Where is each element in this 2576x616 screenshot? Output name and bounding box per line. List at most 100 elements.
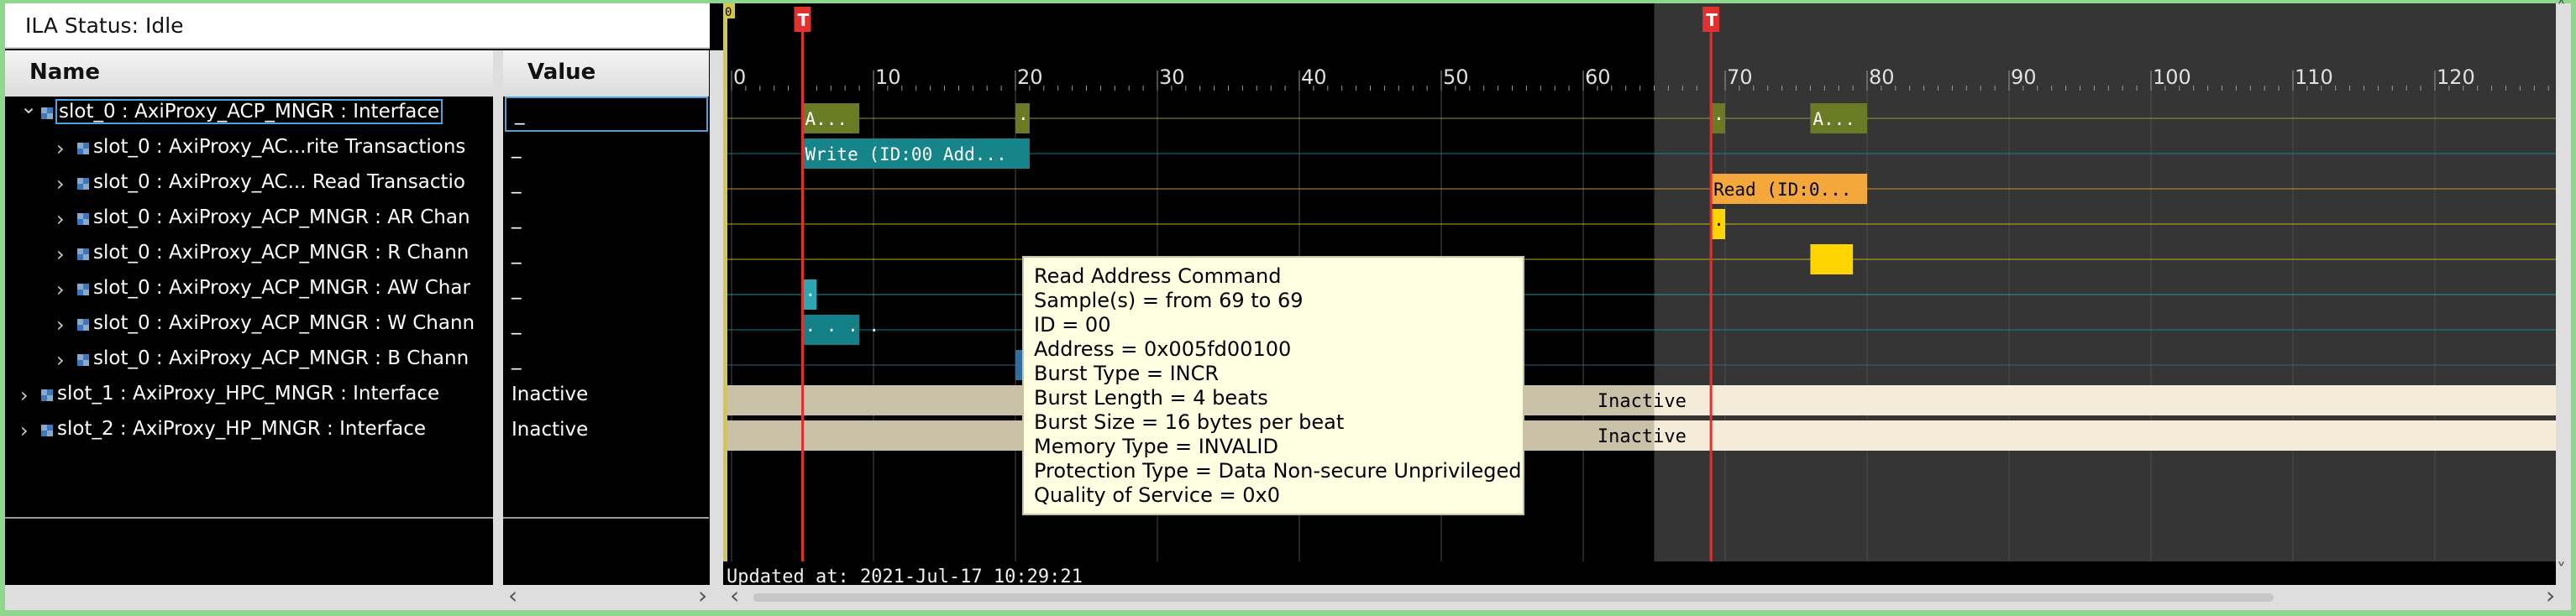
scroll-left-icon[interactable]: ‹ — [508, 582, 517, 609]
tree-row[interactable]: › slot_0 : AxiProxy_ACP_MNGR : B Chann — [5, 343, 493, 378]
wave-scroll-right-icon[interactable]: › — [2546, 582, 2555, 609]
pane-splitter[interactable] — [710, 50, 723, 610]
tooltip-address: Address = 0x005fd00100 — [1034, 337, 1292, 361]
tree-horizontal-scrollbar[interactable] — [5, 585, 493, 610]
value-row: _ — [503, 202, 709, 238]
tree-row-label: slot_0 : AxiProxy_ACP_MNGR : AR Chan — [93, 206, 470, 228]
ruler-tick-label: 30 — [1159, 65, 1185, 89]
ruler-tick-label: 100 — [2153, 65, 2191, 89]
tree-row-label: slot_2 : AxiProxy_HP_MNGR : Interface — [57, 418, 427, 440]
value-row: Inactive — [503, 414, 709, 449]
tree-row-label: slot_1 : AxiProxy_HPC_MNGR : Interface — [57, 383, 440, 405]
tree-row[interactable]: › slot_0 : AxiProxy_AC...rite Transaction… — [5, 132, 493, 167]
wave-scroll-left-icon[interactable]: ‹ — [730, 582, 739, 609]
transaction-segment-label: · — [805, 285, 816, 305]
transaction-segment[interactable] — [1810, 244, 1854, 274]
waveform-scroll-thumb[interactable] — [753, 593, 2274, 602]
inactive-bar-post — [1654, 385, 2556, 415]
tree-row[interactable]: › slot_0 : AxiProxy_ACP_MNGR : AW Char — [5, 273, 493, 308]
tree-row[interactable]: › slot_0 : AxiProxy_ACP_MNGR : AR Chan — [5, 202, 493, 238]
waveform-viewer[interactable]: 0 10 20 30 40 50 60 70 80 90 100 110 120 0 Inactive Ina… — [723, 3, 2556, 585]
value-text: _ — [512, 172, 522, 194]
tree-row[interactable]: › slot_2 : AxiProxy_HP_MNGR : Interface — [5, 414, 493, 449]
waveform-vertical-scrollbar[interactable]: ˄ ˅ — [2556, 0, 2571, 585]
tooltip-burst-length: Burst Length = 4 beats — [1034, 386, 1268, 410]
value-row: _ — [503, 167, 709, 202]
ila-window: ILA Status: Idle Name Value ⌄ slot_0 : Ax… — [5, 0, 2571, 610]
tooltip-burst-size: Burst Size = 16 bytes per beat — [1034, 410, 1345, 434]
name-column-label: Name — [29, 60, 101, 85]
ruler-tick-label: 0 — [733, 65, 746, 89]
tree-row[interactable]: ⌄ slot_0 : AxiProxy_ACP_MNGR : Interface — [5, 97, 493, 132]
tree-row[interactable]: › slot_0 : AxiProxy_AC... Read Transactio — [5, 167, 493, 202]
ila-status-bar: ILA Status: Idle — [5, 3, 710, 49]
interface-signal-icon — [77, 319, 89, 331]
scroll-down-icon[interactable]: ˅ — [2557, 561, 2566, 582]
inactive-label: Inactive — [1598, 426, 1687, 447]
ruler-tick-label: 110 — [2295, 65, 2333, 89]
value-divider — [503, 517, 709, 519]
tree-row[interactable]: › slot_0 : AxiProxy_ACP_MNGR : W Chann — [5, 308, 493, 343]
tooltip-burst-type: Burst Type = INCR — [1034, 362, 1220, 385]
value-row: _ — [503, 343, 709, 378]
transaction-segment-label: · — [1018, 109, 1029, 129]
chevron-right-icon[interactable]: › — [56, 207, 65, 231]
chevron-right-icon[interactable]: › — [56, 278, 65, 301]
tree-row[interactable]: › slot_1 : AxiProxy_HPC_MNGR : Interface — [5, 378, 493, 414]
interface-signal-icon — [77, 213, 89, 225]
interface-signal-icon — [41, 425, 53, 436]
inactive-label: Inactive — [1598, 391, 1687, 412]
interface-signal-icon — [77, 143, 89, 154]
scroll-right-icon[interactable]: › — [698, 582, 707, 609]
tree-row-label: slot_0 : AxiProxy_ACP_MNGR : AW Char — [93, 277, 470, 299]
tree-row-label: slot_0 : AxiProxy_AC... Read Transactio — [93, 171, 465, 193]
ruler-tick-label: 60 — [1585, 65, 1611, 89]
chevron-right-icon[interactable]: › — [56, 243, 65, 266]
transaction-segment-label: A... — [805, 109, 848, 129]
tree-row-label: slot_0 : AxiProxy_ACP_MNGR : Interface — [55, 99, 443, 124]
chevron-right-icon[interactable]: › — [56, 172, 65, 196]
chevron-right-icon[interactable]: › — [56, 313, 65, 337]
scroll-up-icon[interactable]: ˄ — [2557, 0, 2566, 19]
chevron-down-icon[interactable]: ⌄ — [20, 97, 37, 118]
ruler-tick-label: 90 — [2011, 65, 2037, 89]
chevron-right-icon[interactable]: › — [56, 137, 65, 160]
tooltip-memory-type: Memory Type = INVALID — [1034, 435, 1278, 458]
interface-signal-icon — [77, 248, 89, 260]
value-column-label: Value — [527, 60, 596, 85]
chevron-right-icon[interactable]: › — [20, 384, 29, 407]
interface-signal-icon — [41, 107, 53, 119]
value-row: _ — [503, 308, 709, 343]
interface-signal-icon — [77, 354, 89, 366]
tree-row[interactable]: › slot_0 : AxiProxy_ACP_MNGR : R Chann — [5, 238, 493, 273]
tooltip-id: ID = 00 — [1034, 313, 1111, 337]
transaction-segment-label: · — [1713, 109, 1724, 129]
interface-signal-icon — [77, 178, 89, 190]
waveform-horizontal-scrollbar[interactable]: ‹ › — [723, 582, 2571, 610]
tooltip-samples: Sample(s) = from 69 to 69 — [1034, 289, 1304, 312]
chevron-right-icon[interactable]: › — [20, 419, 29, 442]
interface-signal-icon — [77, 284, 89, 295]
column-splitter[interactable] — [493, 50, 503, 610]
tree-divider — [5, 517, 493, 519]
value-row: Inactive — [503, 378, 709, 414]
value-horizontal-scrollbar[interactable]: ‹ › — [503, 582, 723, 610]
value-column-header[interactable]: Value — [503, 50, 709, 97]
chevron-right-icon[interactable]: › — [56, 348, 65, 372]
transaction-segment-label: · · · · — [805, 321, 880, 341]
value-text: _ — [512, 278, 522, 300]
value-text: _ — [512, 243, 522, 264]
signal-name-tree[interactable]: ⌄ slot_0 : AxiProxy_ACP_MNGR : Interface ›… — [5, 97, 493, 518]
value-text: _ — [515, 103, 525, 125]
waveform-canvas[interactable]: 0 10 20 30 40 50 60 70 80 90 100 110 120 0 Inactive Ina… — [723, 3, 2556, 585]
transaction-segment-label: Write (ID:00 Add... — [805, 144, 1007, 164]
signal-value-list: _ _ _ _ _ _ _ _ Inactive Inactive — [503, 97, 709, 518]
ruler-tick-label: 120 — [2437, 65, 2475, 89]
tree-row-label: slot_0 : AxiProxy_AC...rite Transactions — [93, 136, 466, 158]
inactive-bar-post — [1654, 420, 2556, 451]
name-column-header[interactable]: Name — [5, 50, 493, 97]
trigger-marker-label: T — [1706, 10, 1718, 30]
transaction-segment-label: Read (ID:0... — [1713, 180, 1851, 200]
interface-signal-icon — [41, 389, 53, 401]
value-text: Inactive — [512, 384, 589, 405]
